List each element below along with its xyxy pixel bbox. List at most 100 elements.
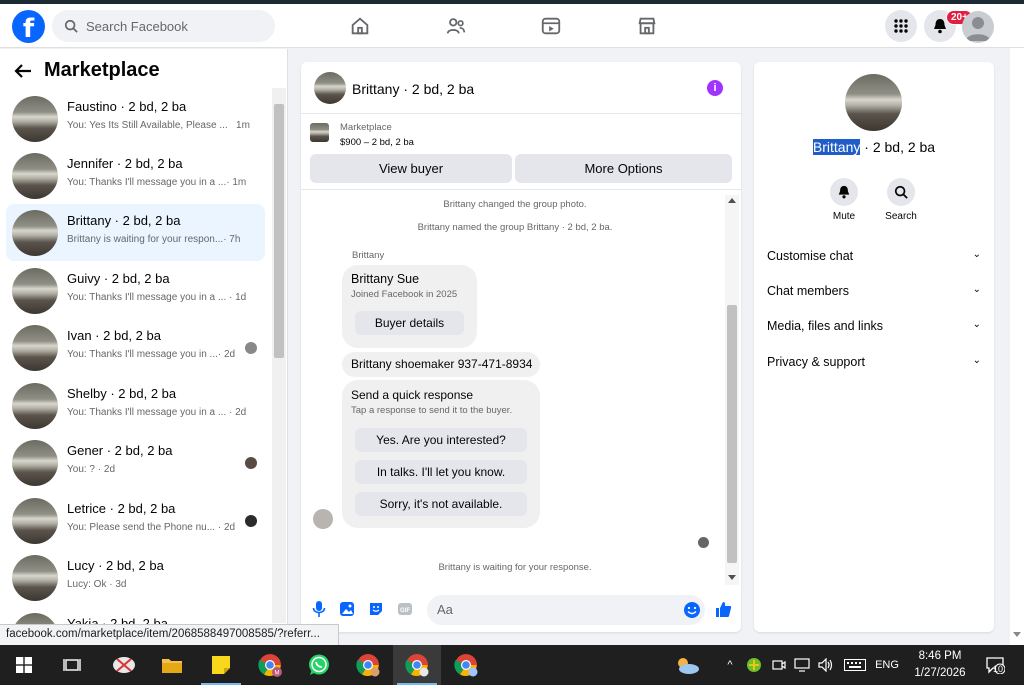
back-arrow-icon[interactable]	[14, 63, 32, 79]
chat-scrollbar[interactable]	[725, 195, 739, 585]
row-label: Privacy & support	[767, 355, 865, 369]
language-indicator[interactable]: ENG	[872, 645, 902, 685]
home-icon[interactable]	[349, 15, 371, 37]
quick-reply-talks-button[interactable]: In talks. I'll let you know.	[355, 460, 527, 484]
tray-keyboard[interactable]	[842, 645, 868, 685]
conversation-item[interactable]: Ivan · 2 bd, 2 ba You: Thanks I'll messa…	[6, 319, 265, 376]
tray-app[interactable]	[745, 645, 763, 685]
clock-time: 8:46 PM	[918, 650, 962, 662]
weather-widget[interactable]	[672, 645, 702, 685]
chat-header: Brittany · 2 bd, 2 ba i	[301, 62, 741, 114]
gif-icon[interactable]: GIF	[396, 600, 414, 618]
search-input[interactable]: Search Facebook	[52, 10, 275, 42]
customise-chat-row[interactable]: Customise chat ⌄	[767, 249, 981, 263]
system-clock[interactable]: 8:46 PM 1/27/2026	[900, 648, 980, 682]
group-photo[interactable]	[845, 74, 902, 131]
listing-price: $900 – 2 bd, 2 ba	[340, 137, 414, 148]
media-files-links-row[interactable]: Media, files and links ⌄	[767, 319, 981, 333]
listing-thumbnail	[12, 96, 58, 142]
conversation-item[interactable]: Shelby · 2 bd, 2 ba You: Thanks I'll mes…	[6, 377, 265, 434]
message-input[interactable]: Aa	[427, 595, 705, 625]
chat-panel: Brittany · 2 bd, 2 ba i Marketplace $900…	[301, 62, 741, 632]
taskbar-chrome-active[interactable]	[393, 645, 441, 685]
conversation-item[interactable]: Faustino · 2 bd, 2 ba You: Yes Its Still…	[6, 90, 265, 147]
privacy-support-row[interactable]: Privacy & support ⌄	[767, 355, 981, 369]
system-message: Brittany changed the group photo.	[443, 199, 587, 210]
listing-thumbnail	[12, 325, 58, 371]
taskbar-chrome-2[interactable]	[442, 645, 490, 685]
scrollbar-thumb[interactable]	[727, 305, 737, 563]
weather-cloud-icon	[678, 658, 699, 674]
listing-thumbnail	[12, 153, 58, 199]
taskbar-whatsapp[interactable]	[295, 645, 343, 685]
listing-thumbnail	[12, 555, 58, 601]
photo-icon[interactable]	[338, 600, 356, 618]
quick-reply-yes-button[interactable]: Yes. Are you interested?	[355, 428, 527, 452]
tray-volume[interactable]	[816, 645, 836, 685]
conversation-item[interactable]: Letrice · 2 bd, 2 ba You: Please send th…	[6, 492, 265, 549]
volume-icon	[818, 658, 833, 672]
menu-grid-button[interactable]	[885, 10, 917, 42]
sticker-icon[interactable]	[367, 600, 385, 618]
marketplace-icon[interactable]	[636, 15, 658, 37]
buyer-details-button[interactable]: Buyer details	[355, 311, 464, 335]
scrollbar-thumb[interactable]	[274, 104, 284, 358]
sender-avatar	[313, 509, 333, 529]
chevron-down-icon: ⌄	[972, 284, 981, 295]
listing-summary: Marketplace $900 – 2 bd, 2 ba View buyer…	[301, 115, 741, 190]
group-title: Brittany · 2 bd, 2 ba	[754, 139, 994, 155]
friends-icon[interactable]	[445, 15, 467, 37]
tray-network[interactable]	[793, 645, 811, 685]
conversation-item[interactable]: Lucy · 2 bd, 2 ba Lucy: Ok · 3d	[6, 549, 265, 606]
start-button[interactable]	[0, 645, 48, 685]
taskbar-chrome[interactable]	[344, 645, 392, 685]
scroll-up-icon[interactable]	[728, 197, 736, 203]
video-icon[interactable]	[540, 15, 562, 37]
sidebar-title: Marketplace	[44, 59, 160, 81]
chat-details-panel: Brittany · 2 bd, 2 ba Mute Search Custom…	[754, 62, 994, 632]
conversation-name: Shelby · 2 bd, 2 ba	[67, 386, 177, 401]
snipping-tool-icon	[113, 657, 135, 673]
chrome-icon	[405, 654, 429, 677]
conversation-item[interactable]: Jennifer · 2 bd, 2 ba You: Thanks I'll m…	[6, 147, 265, 204]
facebook-logo-icon[interactable]: f	[12, 10, 45, 43]
task-view-button[interactable]	[48, 645, 96, 685]
account-avatar[interactable]	[962, 11, 994, 43]
conversation-item-active[interactable]: Brittany · 2 bd, 2 ba Brittany is waitin…	[6, 204, 265, 261]
view-buyer-button[interactable]: View buyer	[310, 154, 512, 183]
conversation-snippet: You: Thanks I'll message you in a ... · …	[67, 292, 247, 303]
taskbar-chrome-profile[interactable]: M	[246, 645, 294, 685]
page-scrollbar[interactable]	[1010, 48, 1024, 645]
chrome-icon	[356, 654, 380, 677]
marketplace-sidebar: Marketplace Faustino · 2 bd, 2 ba You: Y…	[0, 49, 288, 629]
tray-camera[interactable]	[770, 645, 788, 685]
sidebar-scrollbar[interactable]	[272, 88, 286, 623]
more-options-button[interactable]: More Options	[515, 154, 732, 183]
conversation-item[interactable]: Guivy · 2 bd, 2 ba You: Thanks I'll mess…	[6, 262, 265, 319]
emoji-icon[interactable]	[683, 601, 701, 619]
conversation-item[interactable]: Gener · 2 bd, 2 ba You: ? · 2d	[6, 434, 265, 491]
thumbs-up-icon[interactable]	[714, 600, 732, 618]
scroll-down-icon[interactable]	[1013, 632, 1021, 638]
system-message: Brittany named the group Brittany · 2 bd…	[417, 222, 613, 233]
microphone-icon[interactable]	[310, 600, 328, 618]
taskbar-file-explorer[interactable]	[148, 645, 196, 685]
chat-title[interactable]: Brittany · 2 bd, 2 ba	[352, 81, 474, 97]
chat-members-row[interactable]: Chat members ⌄	[767, 284, 981, 298]
search-chat-button[interactable]: Search	[871, 178, 931, 222]
listing-thumbnail	[310, 123, 329, 142]
show-hidden-icons[interactable]: ^	[722, 645, 738, 685]
conversation-snippet: Lucy: Ok · 3d	[67, 579, 127, 590]
scroll-down-icon[interactable]	[728, 575, 736, 581]
taskbar-app[interactable]	[100, 645, 148, 685]
network-icon	[794, 658, 810, 672]
chat-avatar[interactable]	[314, 72, 346, 104]
windows-icon	[16, 657, 32, 673]
seen-avatar	[245, 515, 257, 527]
info-icon[interactable]: i	[707, 80, 723, 96]
taskbar-sticky-notes[interactable]	[197, 645, 245, 685]
selected-text: Brittany	[812, 139, 861, 155]
mute-button[interactable]: Mute	[814, 178, 874, 222]
quick-reply-unavailable-button[interactable]: Sorry, it's not available.	[355, 492, 527, 516]
svg-text:GIF: GIF	[400, 608, 410, 614]
